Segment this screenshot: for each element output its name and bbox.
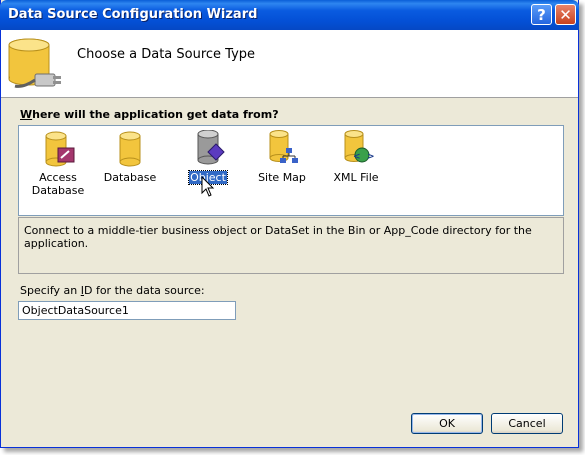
type-description: Connect to a middle-tier business object… [24, 224, 532, 250]
svg-text:<: < [353, 152, 361, 162]
xml-file-icon: < > [344, 130, 375, 163]
question-text: here will the application get data from? [32, 108, 279, 121]
access-db-icon [45, 131, 75, 167]
page-title: Choose a Data Source Type [77, 47, 256, 62]
id-field-label: Specify an ID for the data source: [20, 284, 205, 297]
data-source-icon [8, 38, 61, 88]
close-button[interactable]: ✕ [555, 4, 576, 25]
type-label: Site Map [258, 171, 306, 184]
source-question-label: Where will the application get data from… [20, 108, 279, 121]
help-button[interactable]: ? [531, 4, 552, 25]
id-label-post: D for the data source: [83, 284, 205, 297]
question-access-key: W [20, 108, 33, 121]
database-icon [119, 131, 141, 167]
wizard-header: Choose a Data Source Type [1, 30, 578, 98]
type-label: XML File [333, 171, 379, 184]
ok-button[interactable]: OK [411, 413, 483, 434]
window-title: Data Source Configuration Wizard [8, 7, 258, 22]
mouse-pointer-icon [201, 176, 215, 197]
svg-text:>: > [367, 152, 375, 162]
description-panel: Connect to a middle-tier business object… [18, 217, 564, 274]
type-label: Database [103, 171, 157, 184]
title-bar[interactable]: Data Source Configuration Wizard ? ✕ [0, 0, 579, 30]
id-label-pre: Specify an [20, 284, 81, 297]
object-icon [197, 130, 225, 165]
data-source-id-input[interactable] [18, 301, 236, 320]
cancel-button[interactable]: Cancel [491, 413, 563, 434]
type-database[interactable]: Database [93, 130, 167, 184]
wizard-window: Data Source Configuration Wizard ? ✕ Cho… [0, 0, 579, 448]
type-xml-file[interactable]: < > XML File [319, 130, 393, 184]
type-label: Access Database [31, 171, 85, 197]
type-access-database[interactable]: Access Database [21, 130, 95, 197]
site-map-icon [269, 130, 298, 163]
type-site-map[interactable]: Site Map [245, 130, 319, 184]
data-source-type-list[interactable]: Access Database Database Object Site Map… [18, 125, 564, 216]
